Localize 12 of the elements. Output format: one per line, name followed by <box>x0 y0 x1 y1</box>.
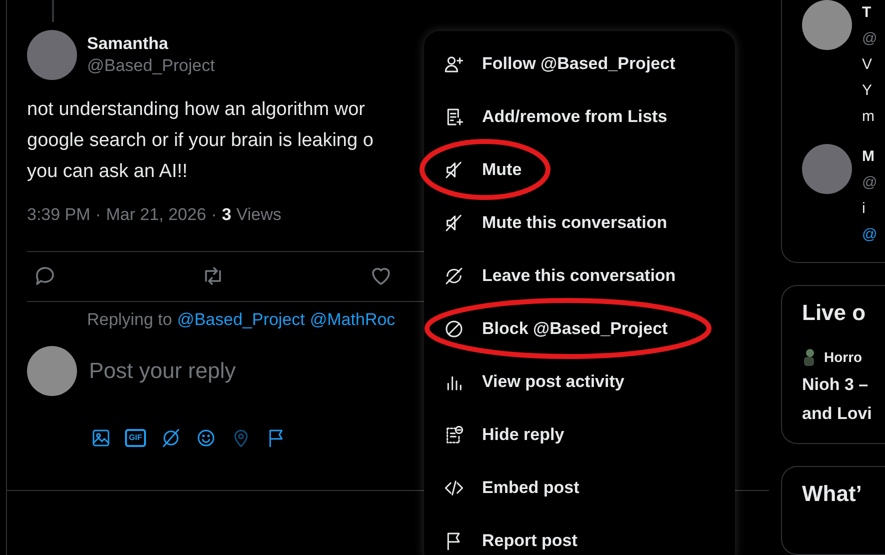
card-title: Live o <box>802 300 867 326</box>
post-text: not understanding how an algorithm wor google search or if your brain is leaking o you can ask an AI!! <box>27 98 374 184</box>
separator-text: · <box>211 205 217 225</box>
replying-label: Replying to <box>87 310 172 330</box>
views-count: 3 <box>222 205 232 225</box>
post-text: i <box>862 199 866 219</box>
post-text: m <box>862 107 876 127</box>
views-label: Views <box>236 205 282 225</box>
post-text: V <box>862 55 874 75</box>
post-text: Y <box>862 81 874 101</box>
card-title: What’ <box>802 480 863 507</box>
separator-text: · <box>95 205 101 225</box>
